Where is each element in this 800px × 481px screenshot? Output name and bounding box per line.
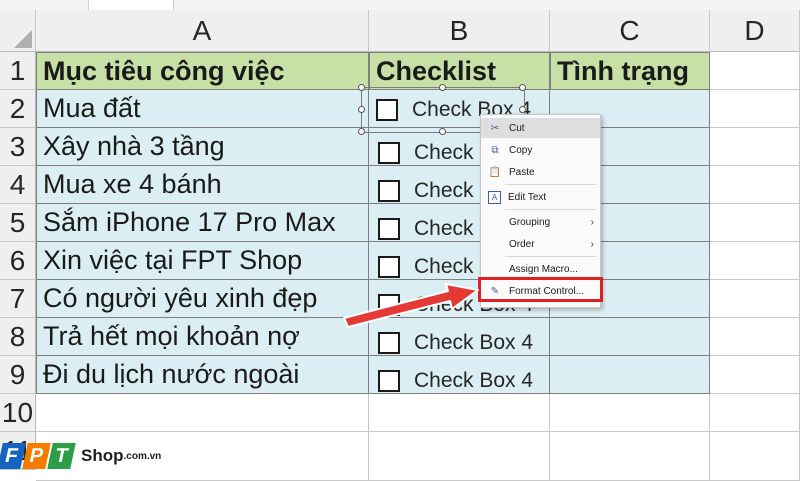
logo-tile-p: P: [22, 443, 51, 469]
logo-shop-text: Shop: [81, 446, 124, 465]
fpt-shop-logo: F P T Shop .com.vn: [0, 436, 161, 476]
callout-arrow-icon: [343, 283, 479, 328]
callout-arrow-shape: [343, 283, 479, 328]
logo-tile-t: T: [47, 443, 76, 469]
spreadsheet: A B C D 1 2 3 4 5 6 7 8 9 10 11 Mục tiêu…: [0, 0, 800, 481]
logo-domain-text: .com.vn: [123, 450, 162, 462]
